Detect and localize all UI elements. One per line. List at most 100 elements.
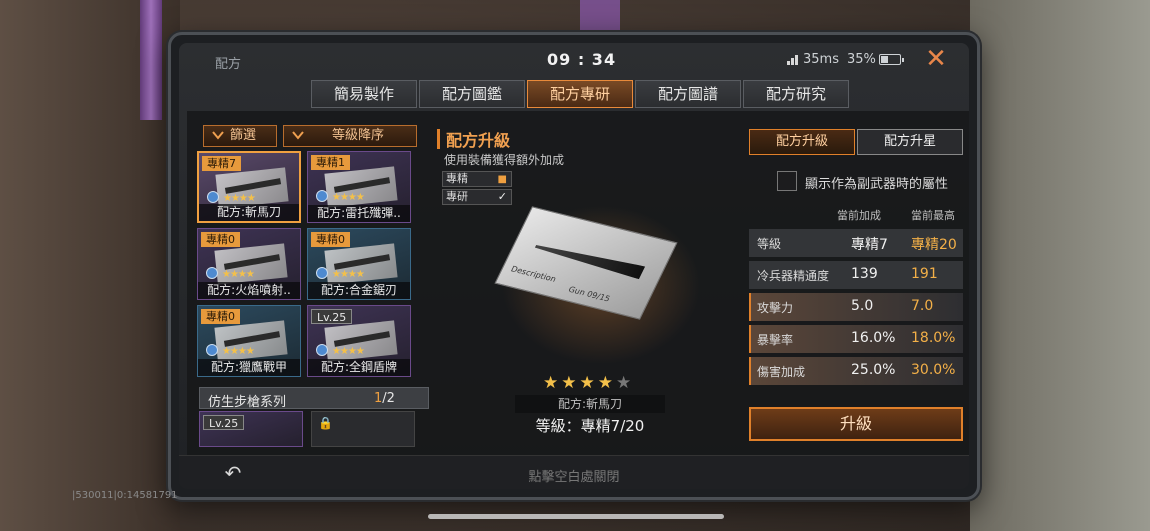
tab-recipe-upgrade[interactable]: 配方升級 [749,129,855,155]
table-row: 等級 專精7 專精20 [749,229,963,257]
series-total: /2 [382,391,395,406]
secondary-weapon-label: 顯示作為副武器時的屬性 [805,177,949,192]
column-current-max: 當前最高 [911,209,955,222]
option-mastery[interactable]: 專精 ■ [442,171,512,187]
card-name: 配方:合金鋸刃 [308,282,410,299]
rarity-icon [206,267,218,279]
section-title-text: 配方升級 [446,131,511,150]
mastery-badge: 專精0 [201,232,240,247]
series-card[interactable]: Lv.25 [199,411,303,447]
chevron-down-icon [292,131,304,140]
card-name: 配方:火焰噴射.. [198,282,300,299]
background-pillar [140,0,162,120]
table-header: 當前加成 當前最高 [749,203,963,225]
checkmark-icon: ✓ [497,190,507,203]
blueprint-code: Gun 09/15 [566,285,612,304]
stat-name: 攻擊力 [757,301,794,315]
row-accent [749,357,751,385]
stat-name: 暴擊率 [757,333,794,347]
recipe-card[interactable]: 專精0 ★★★★ 配方:火焰噴射.. [197,228,301,300]
series-label: 仿生步槍系列 [208,395,287,410]
stat-name: 傷害加成 [757,365,806,379]
card-stars: ★★★★ [223,193,256,204]
option-research[interactable]: 專研 ✓ [442,189,512,205]
signal-icon [787,55,801,65]
stat-max: 7.0 [911,298,934,314]
stat-current: 139 [851,266,878,282]
chevron-down-icon [212,131,224,140]
recipe-card[interactable]: 專精7 ★★★★ 配方:斬馬刀 [197,151,301,223]
table-row: 傷害加成 25.0% 30.0% [749,357,963,385]
stat-current: 專精7 [851,237,888,253]
filter-button[interactable]: 篩選 [203,125,277,147]
filter-label: 篩選 [230,128,257,143]
main-tabs: 簡易製作 配方圖鑑 配方專研 配方圖譜 配方研究 [311,80,849,108]
mastery-badge: 專精1 [311,155,350,170]
blueprint-text: Description [509,264,558,284]
stat-name: 等級 [757,237,782,251]
bottom-bar: 點擊空白處關閉 ↶ [179,455,969,489]
tab-recipe-mastery[interactable]: 配方專研 [527,80,633,108]
stat-max: 30.0% [911,362,956,378]
card-name: 配方:雷托殲彈.. [308,205,410,222]
blueprint-name: 配方:斬馬刀 [515,395,665,413]
phone-screen: 配方 09 : 34 35ms 35% ✕ 簡易製作 配方圖鑑 配方專研 配方圖… [179,43,969,489]
stat-max: 專精20 [911,237,957,253]
rarity-icon [316,190,328,202]
level-badge: Lv.25 [203,415,245,430]
stat-current: 5.0 [851,298,874,314]
secondary-weapon-checkbox[interactable] [777,171,797,191]
clock: 09 : 34 [547,50,617,69]
tap-to-close-hint[interactable]: 點擊空白處關閉 [179,466,969,485]
stars-filled: ★★★★ [543,373,616,393]
blueprint-level: 等級：專精7/20 [535,417,645,435]
player-id-line: |530011|0:14581791 [72,490,178,501]
card-name: 配方:斬馬刀 [199,204,299,221]
section-title: 配方升級 [437,129,510,150]
tab-recipe-star-up[interactable]: 配方升星 [857,129,963,155]
battery-percent: 35% [847,52,876,67]
series-section: 仿生步槍系列 1/2 Lv.25 🔒 [199,387,429,447]
tab-recipe-catalog[interactable]: 配方圖鑑 [419,80,525,108]
recipe-card[interactable]: 專精0 ★★★★ 配方:獵鷹戰甲 [197,305,301,377]
stat-current: 25.0% [851,362,896,378]
mastery-badge: 專精7 [202,156,241,171]
series-header[interactable]: 仿生步槍系列 1/2 [199,387,429,410]
battery-icon [879,54,904,65]
stat-name: 冷兵器精通度 [757,269,830,283]
stats-table: 當前加成 當前最高 等級 專精7 專精20 冷兵器精通度 139 191 攻擊力… [749,203,963,385]
background-right [970,0,1150,531]
column-current-bonus: 當前加成 [837,209,881,222]
home-indicator[interactable] [428,514,724,519]
screen-title: 配方 [215,57,242,72]
recipe-card[interactable]: Lv.25 ★★★★ 配方:全鋼盾牌 [307,305,411,377]
option-research-label: 專研 [446,190,468,203]
row-accent [749,293,751,321]
recipe-card[interactable]: 專精1 ★★★★ 配方:雷托殲彈.. [307,151,411,223]
card-name: 配方:獵鷹戰甲 [198,359,300,376]
stat-max: 191 [911,266,938,282]
back-icon[interactable]: ↶ [215,461,251,485]
rarity-icon [207,191,219,203]
table-row: 暴擊率 16.0% 18.0% [749,325,963,353]
tab-recipe-research[interactable]: 配方研究 [743,80,849,108]
bonus-options: 專精 ■ 專研 ✓ [442,171,512,207]
card-stars: ★★★★ [332,346,365,357]
tab-recipe-atlas[interactable]: 配方圖譜 [635,80,741,108]
close-button[interactable]: ✕ [921,45,951,75]
recipe-card[interactable]: 專精0 ★★★★ 配方:合金鋸刃 [307,228,411,300]
card-name: 配方:全鋼盾牌 [308,359,410,376]
tab-simple-craft[interactable]: 簡易製作 [311,80,417,108]
sort-button[interactable]: 等級降序 [283,125,417,147]
upgrade-button[interactable]: 升級 [749,407,963,441]
stars-empty: ★ [615,373,635,393]
option-mastery-label: 專精 [446,172,468,185]
stat-max: 18.0% [911,330,956,346]
row-accent [749,325,751,353]
mastery-badge: 專精0 [201,309,240,324]
lock-icon: 🔒 [318,416,333,430]
rarity-icon [206,344,218,356]
locked-card[interactable]: 🔒 [311,411,415,447]
mastery-badge: 專精0 [311,232,350,247]
series-count: 1/2 [374,391,395,406]
